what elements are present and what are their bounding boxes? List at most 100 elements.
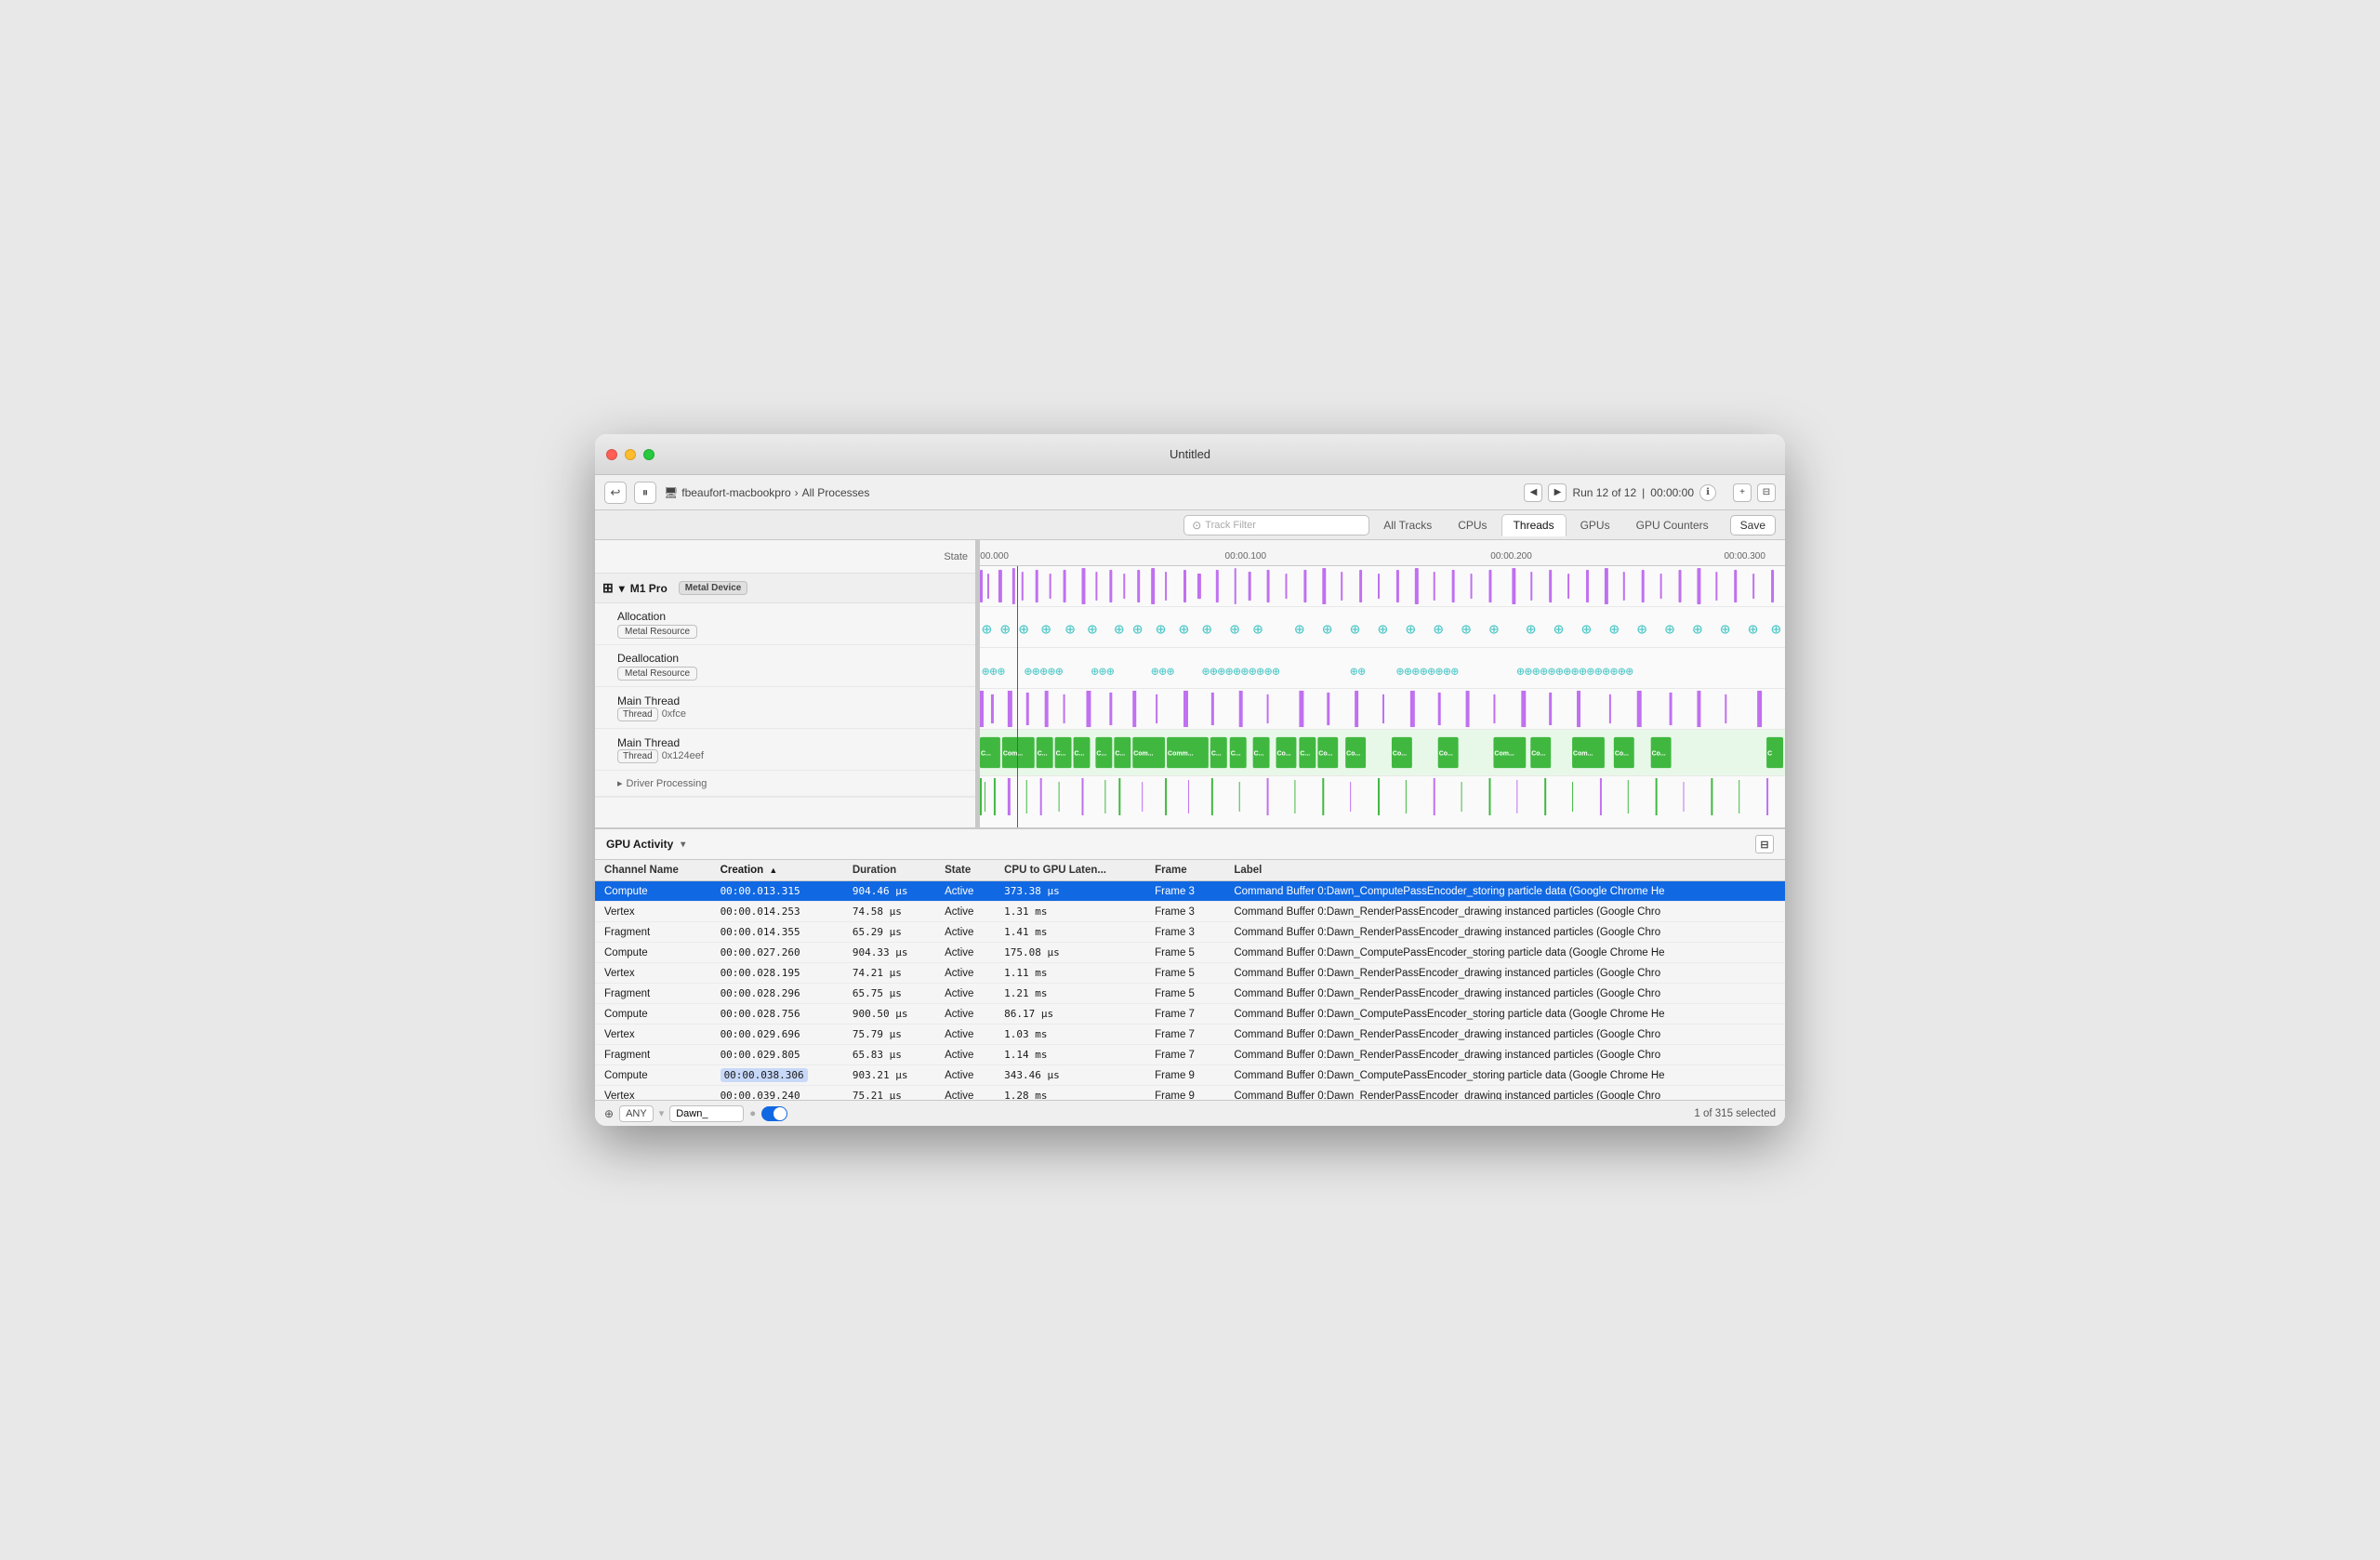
cell-state-1: Active — [935, 902, 995, 922]
viz-track-allocation: ⊕ ⊕ ⊕ ⊕ ⊕ ⊕ ⊕ ⊕ ⊕ ⊕ ⊕ ⊕ ⊕ ⊕ ⊕ ⊕ ⊕ — [980, 607, 1785, 648]
cell-label-0: Command Buffer 0:Dawn_ComputePassEncoder… — [1224, 881, 1785, 902]
table-row[interactable]: Compute00:00.028.756900.50 μsActive86.17… — [595, 1004, 1785, 1025]
svg-text:C...: C... — [1211, 750, 1222, 757]
cell-duration-5: 65.75 μs — [843, 984, 935, 1004]
svg-text:C...: C... — [1254, 750, 1264, 757]
col-header-creation[interactable]: Creation ▲ — [711, 860, 843, 881]
cell-channel-4: Vertex — [595, 963, 711, 984]
table-row[interactable]: Compute00:00.027.260904.33 μsActive175.0… — [595, 943, 1785, 963]
svg-text:⊕: ⊕ — [1406, 620, 1416, 639]
group-header-m1pro[interactable]: ⊞ ▾ M1 Pro Metal Device — [595, 574, 975, 603]
cell-state-6: Active — [935, 1004, 995, 1025]
table-row[interactable]: Compute00:00.013.315904.46 μsActive373.3… — [595, 881, 1785, 902]
col-header-cpu-gpu-latency[interactable]: CPU to GPU Laten... — [995, 860, 1145, 881]
table-row[interactable]: Fragment00:00.028.29665.75 μsActive1.21 … — [595, 984, 1785, 1004]
breadcrumb-sep: › — [795, 486, 799, 499]
filter-input[interactable] — [669, 1105, 744, 1122]
table-row[interactable]: Vertex00:00.014.25374.58 μsActive1.31 ms… — [595, 902, 1785, 922]
track-filter[interactable]: ⊙ Track Filter — [1183, 515, 1369, 535]
cell-label-6: Command Buffer 0:Dawn_ComputePassEncoder… — [1224, 1004, 1785, 1025]
gpu-activity-table-container[interactable]: Channel Name Creation ▲ Duration State C… — [595, 860, 1785, 1100]
timeline-tracks[interactable]: ⊕ ⊕ ⊕ ⊕ ⊕ ⊕ ⊕ ⊕ ⊕ ⊕ ⊕ ⊕ ⊕ ⊕ ⊕ ⊕ ⊕ — [980, 566, 1785, 827]
svg-text:⊕: ⊕ — [1526, 620, 1536, 639]
table-row[interactable]: Vertex00:00.028.19574.21 μsActive1.11 ms… — [595, 963, 1785, 984]
cell-label-9: Command Buffer 0:Dawn_ComputePassEncoder… — [1224, 1065, 1785, 1086]
scope-label: All Processes — [802, 486, 870, 499]
table-row[interactable]: Vertex00:00.029.69675.79 μsActive1.03 ms… — [595, 1025, 1785, 1045]
minimize-button[interactable] — [625, 449, 636, 460]
cell-duration-7: 75.79 μs — [843, 1025, 935, 1045]
svg-text:⊕⊕⊕: ⊕⊕⊕ — [1091, 664, 1114, 679]
cell-channel-6: Compute — [595, 1004, 711, 1025]
filter-icon: ⊙ — [1192, 519, 1201, 532]
cell-frame-6: Frame 7 — [1145, 1004, 1224, 1025]
col-header-duration[interactable]: Duration — [843, 860, 935, 881]
svg-text:⊕: ⊕ — [1019, 620, 1029, 639]
cell-frame-10: Frame 9 — [1145, 1086, 1224, 1101]
cell-state-0: Active — [935, 881, 995, 902]
svg-text:⊕: ⊕ — [1350, 620, 1360, 639]
cell-frame-1: Frame 3 — [1145, 902, 1224, 922]
pause-button[interactable]: ⏸ — [634, 482, 656, 504]
tab-all-tracks[interactable]: All Tracks — [1371, 514, 1444, 536]
toolbar-right-buttons: + ⊟ — [1733, 483, 1776, 502]
svg-text:Co...: Co... — [1439, 750, 1453, 757]
track-group-m1pro: ⊞ ▾ M1 Pro Metal Device Allocation Metal… — [595, 574, 975, 798]
cursor-line — [1017, 566, 1018, 827]
cell-state-9: Active — [935, 1065, 995, 1086]
tab-gpu-counters[interactable]: GPU Counters — [1624, 514, 1721, 536]
svg-text:Com...: Com... — [1133, 750, 1153, 757]
svg-text:⊕: ⊕ — [1609, 620, 1620, 639]
svg-text:⊕: ⊕ — [1461, 620, 1472, 639]
track-area: State ⊞ ▾ M1 Pro Metal Device Allocation — [595, 540, 1785, 828]
col-header-label[interactable]: Label — [1224, 860, 1785, 881]
svg-text:⊕: ⊕ — [1253, 620, 1263, 639]
cell-frame-9: Frame 9 — [1145, 1065, 1224, 1086]
svg-text:C...: C... — [1096, 750, 1106, 757]
col-header-channel[interactable]: Channel Name — [595, 860, 711, 881]
maximize-button[interactable] — [643, 449, 654, 460]
filter-toggle[interactable] — [761, 1106, 787, 1121]
driver-processing-header[interactable]: ▸ Driver Processing — [595, 771, 975, 797]
svg-text:Comm...: Comm... — [1168, 750, 1194, 757]
col-header-state[interactable]: State — [935, 860, 995, 881]
cell-creation-10: 00:00.039.240 — [711, 1086, 843, 1101]
window-title: Untitled — [1170, 447, 1210, 461]
info-button[interactable]: ℹ — [1699, 484, 1716, 501]
filter-any-tag[interactable]: ANY — [619, 1105, 654, 1122]
tab-gpus[interactable]: GPUs — [1568, 514, 1622, 536]
cell-creation-0: 00:00.013.315 — [711, 881, 843, 902]
cell-duration-10: 75.21 μs — [843, 1086, 935, 1101]
viz-track-main-thread-1 — [980, 689, 1785, 730]
device-badge: Metal Device — [679, 581, 748, 595]
cell-label-2: Command Buffer 0:Dawn_RenderPassEncoder_… — [1224, 922, 1785, 943]
track-row-driver: ▸ Driver Processing — [595, 771, 975, 798]
layout-button[interactable]: ⊟ — [1757, 483, 1776, 502]
cell-channel-3: Compute — [595, 943, 711, 963]
tab-cpus[interactable]: CPUs — [1446, 514, 1499, 536]
back-button[interactable]: ↩ — [604, 482, 627, 504]
play-button[interactable]: ▶ — [1548, 483, 1567, 502]
corner-expand-button[interactable]: ⊟ — [1755, 835, 1774, 853]
right-timeline: 00:00.000 00:00.100 00:00.200 00:00.300 — [980, 540, 1785, 827]
table-row[interactable]: Vertex00:00.039.24075.21 μsActive1.28 ms… — [595, 1086, 1785, 1101]
cell-frame-0: Frame 3 — [1145, 881, 1224, 902]
table-row[interactable]: Compute00:00.038.306903.21 μsActive343.4… — [595, 1065, 1785, 1086]
expand-icon[interactable]: ▾ — [681, 839, 685, 850]
close-button[interactable] — [606, 449, 617, 460]
track-badges-allocation: Metal Resource — [617, 625, 697, 639]
cell-cpu_gpu_latency-1: 1.31 ms — [995, 902, 1145, 922]
tab-threads[interactable]: Threads — [1501, 514, 1567, 536]
table-header-row: Channel Name Creation ▲ Duration State C… — [595, 860, 1785, 881]
table-row[interactable]: Fragment00:00.029.80565.83 μsActive1.14 … — [595, 1045, 1785, 1065]
table-row[interactable]: Fragment00:00.014.35565.29 μsActive1.41 … — [595, 922, 1785, 943]
cell-channel-1: Vertex — [595, 902, 711, 922]
cell-cpu_gpu_latency-0: 373.38 μs — [995, 881, 1145, 902]
save-button[interactable]: Save — [1730, 515, 1776, 535]
cell-channel-5: Fragment — [595, 984, 711, 1004]
add-button[interactable]: + — [1733, 483, 1752, 502]
cell-duration-4: 74.21 μs — [843, 963, 935, 984]
ruler-mark-1: 00:00.100 — [1225, 551, 1267, 562]
prev-run-button[interactable]: ◀ — [1524, 483, 1542, 502]
col-header-frame[interactable]: Frame — [1145, 860, 1224, 881]
